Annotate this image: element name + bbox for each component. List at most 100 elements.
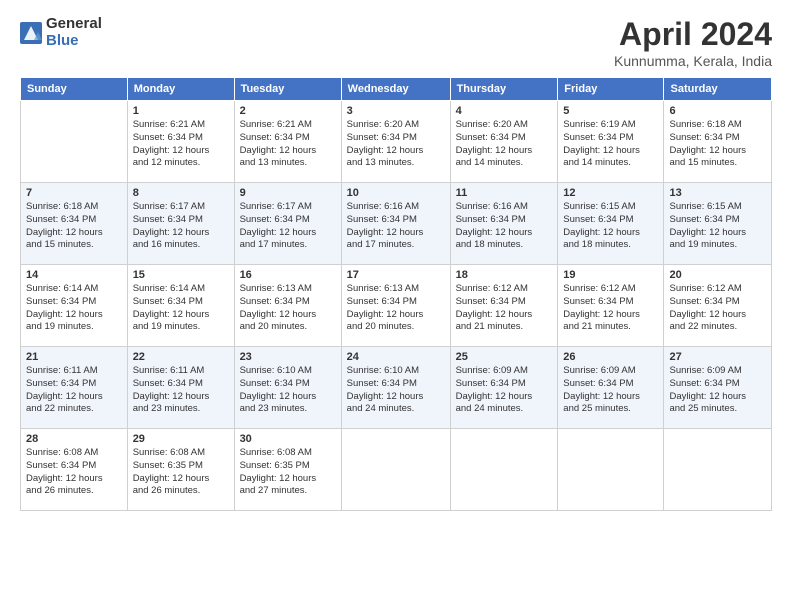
day-info: Sunrise: 6:08 AMSunset: 6:35 PMDaylight:… [133,447,229,498]
day-number: 30 [240,433,336,445]
day-number: 24 [347,351,445,363]
col-header-saturday: Saturday [664,78,772,101]
calendar-cell: 28 Sunrise: 6:08 AMSunset: 6:34 PMDayligh… [21,429,128,511]
day-number: 11 [456,187,553,199]
day-number: 1 [133,105,229,117]
calendar-cell: 12 Sunrise: 6:15 AMSunset: 6:34 PMDayligh… [558,183,664,265]
day-info: Sunrise: 6:10 AMSunset: 6:34 PMDaylight:… [347,365,445,416]
day-number: 8 [133,187,229,199]
header: General Blue April 2024 Kunnumma, Kerala… [20,16,772,69]
day-number: 4 [456,105,553,117]
calendar-cell: 5 Sunrise: 6:19 AMSunset: 6:34 PMDaylight… [558,101,664,183]
calendar-cell [450,429,558,511]
day-number: 6 [669,105,766,117]
day-info: Sunrise: 6:20 AMSunset: 6:34 PMDaylight:… [347,119,445,170]
calendar-cell: 11 Sunrise: 6:16 AMSunset: 6:34 PMDayligh… [450,183,558,265]
day-info: Sunrise: 6:21 AMSunset: 6:34 PMDaylight:… [133,119,229,170]
day-number: 14 [26,269,122,281]
calendar-cell: 20Sunrise: 6:12 AMSunset: 6:34 PMDayligh… [664,265,772,347]
day-number: 28 [26,433,122,445]
day-info: Sunrise: 6:15 AMSunset: 6:34 PMDaylight:… [669,201,766,252]
calendar-table: SundayMondayTuesdayWednesdayThursdayFrid… [20,77,772,511]
day-number: 12 [563,187,658,199]
day-number: 25 [456,351,553,363]
day-info: Sunrise: 6:09 AMSunset: 6:34 PMDaylight:… [456,365,553,416]
day-number: 21 [26,351,122,363]
calendar-cell: 26 Sunrise: 6:09 AMSunset: 6:34 PMDayligh… [558,347,664,429]
day-info: Sunrise: 6:16 AMSunset: 6:34 PMDaylight:… [347,201,445,252]
calendar-cell: 24 Sunrise: 6:10 AMSunset: 6:34 PMDayligh… [341,347,450,429]
logo-icon [20,22,42,44]
day-info: Sunrise: 6:18 AMSunset: 6:34 PMDaylight:… [669,119,766,170]
calendar-cell: 19Sunrise: 6:12 AMSunset: 6:34 PMDayligh… [558,265,664,347]
main-title: April 2024 [614,16,772,53]
day-number: 22 [133,351,229,363]
calendar-cell: 25 Sunrise: 6:09 AMSunset: 6:34 PMDayligh… [450,347,558,429]
day-info: Sunrise: 6:16 AMSunset: 6:34 PMDaylight:… [456,201,553,252]
calendar-cell: 18Sunrise: 6:12 AMSunset: 6:34 PMDayligh… [450,265,558,347]
day-info: Sunrise: 6:12 AMSunset: 6:34 PMDaylight:… [456,283,553,334]
day-number: 15 [133,269,229,281]
calendar-cell: 29 Sunrise: 6:08 AMSunset: 6:35 PMDayligh… [127,429,234,511]
day-info: Sunrise: 6:08 AMSunset: 6:34 PMDaylight:… [26,447,122,498]
day-info: Sunrise: 6:13 AMSunset: 6:34 PMDaylight:… [240,283,336,334]
calendar-cell: 17 Sunrise: 6:13 AMSunset: 6:34 PMDayligh… [341,265,450,347]
logo-text: General Blue [46,16,102,49]
calendar-cell [21,101,128,183]
day-number: 7 [26,187,122,199]
logo: General Blue [20,16,102,49]
day-info: Sunrise: 6:18 AMSunset: 6:34 PMDaylight:… [26,201,122,252]
logo-general: General [46,16,102,33]
day-number: 23 [240,351,336,363]
day-info: Sunrise: 6:17 AMSunset: 6:34 PMDaylight:… [240,201,336,252]
calendar-cell: 6 Sunrise: 6:18 AMSunset: 6:34 PMDaylight… [664,101,772,183]
day-info: Sunrise: 6:14 AMSunset: 6:34 PMDaylight:… [133,283,229,334]
day-info: Sunrise: 6:11 AMSunset: 6:34 PMDaylight:… [26,365,122,416]
calendar-cell [664,429,772,511]
calendar-cell: 10Sunrise: 6:16 AMSunset: 6:34 PMDayligh… [341,183,450,265]
day-number: 5 [563,105,658,117]
subtitle: Kunnumma, Kerala, India [614,53,772,69]
calendar-cell: 1 Sunrise: 6:21 AMSunset: 6:34 PMDaylight… [127,101,234,183]
col-header-tuesday: Tuesday [234,78,341,101]
logo-blue: Blue [46,33,102,50]
day-info: Sunrise: 6:21 AMSunset: 6:34 PMDaylight:… [240,119,336,170]
day-number: 3 [347,105,445,117]
col-header-monday: Monday [127,78,234,101]
day-number: 13 [669,187,766,199]
calendar-cell: 2Sunrise: 6:21 AMSunset: 6:34 PMDaylight… [234,101,341,183]
day-info: Sunrise: 6:17 AMSunset: 6:34 PMDaylight:… [133,201,229,252]
day-info: Sunrise: 6:10 AMSunset: 6:34 PMDaylight:… [240,365,336,416]
day-info: Sunrise: 6:19 AMSunset: 6:34 PMDaylight:… [563,119,658,170]
calendar-cell [558,429,664,511]
calendar-cell: 30 Sunrise: 6:08 AMSunset: 6:35 PMDayligh… [234,429,341,511]
calendar-cell: 22Sunrise: 6:11 AMSunset: 6:34 PMDayligh… [127,347,234,429]
calendar-cell [341,429,450,511]
day-info: Sunrise: 6:20 AMSunset: 6:34 PMDaylight:… [456,119,553,170]
calendar-cell: 4 Sunrise: 6:20 AMSunset: 6:34 PMDaylight… [450,101,558,183]
calendar-row: 28 Sunrise: 6:08 AMSunset: 6:34 PMDayligh… [21,429,772,511]
header-row: SundayMondayTuesdayWednesdayThursdayFrid… [21,78,772,101]
day-info: Sunrise: 6:14 AMSunset: 6:34 PMDaylight:… [26,283,122,334]
day-info: Sunrise: 6:15 AMSunset: 6:34 PMDaylight:… [563,201,658,252]
day-number: 27 [669,351,766,363]
day-info: Sunrise: 6:09 AMSunset: 6:34 PMDaylight:… [563,365,658,416]
calendar-cell: 15 Sunrise: 6:14 AMSunset: 6:34 PMDayligh… [127,265,234,347]
calendar-row: 21 Sunrise: 6:11 AMSunset: 6:34 PMDayligh… [21,347,772,429]
calendar-cell: 8 Sunrise: 6:17 AMSunset: 6:34 PMDaylight… [127,183,234,265]
col-header-sunday: Sunday [21,78,128,101]
calendar-cell: 16Sunrise: 6:13 AMSunset: 6:34 PMDayligh… [234,265,341,347]
calendar-cell: 14 Sunrise: 6:14 AMSunset: 6:34 PMDayligh… [21,265,128,347]
calendar-row: 7 Sunrise: 6:18 AMSunset: 6:34 PMDaylight… [21,183,772,265]
day-info: Sunrise: 6:13 AMSunset: 6:34 PMDaylight:… [347,283,445,334]
day-number: 26 [563,351,658,363]
day-info: Sunrise: 6:08 AMSunset: 6:35 PMDaylight:… [240,447,336,498]
calendar-cell: 23 Sunrise: 6:10 AMSunset: 6:34 PMDayligh… [234,347,341,429]
day-number: 19 [563,269,658,281]
day-number: 17 [347,269,445,281]
calendar-row: 14 Sunrise: 6:14 AMSunset: 6:34 PMDayligh… [21,265,772,347]
day-number: 29 [133,433,229,445]
calendar-cell: 9Sunrise: 6:17 AMSunset: 6:34 PMDaylight… [234,183,341,265]
calendar-cell: 13 Sunrise: 6:15 AMSunset: 6:34 PMDayligh… [664,183,772,265]
col-header-thursday: Thursday [450,78,558,101]
